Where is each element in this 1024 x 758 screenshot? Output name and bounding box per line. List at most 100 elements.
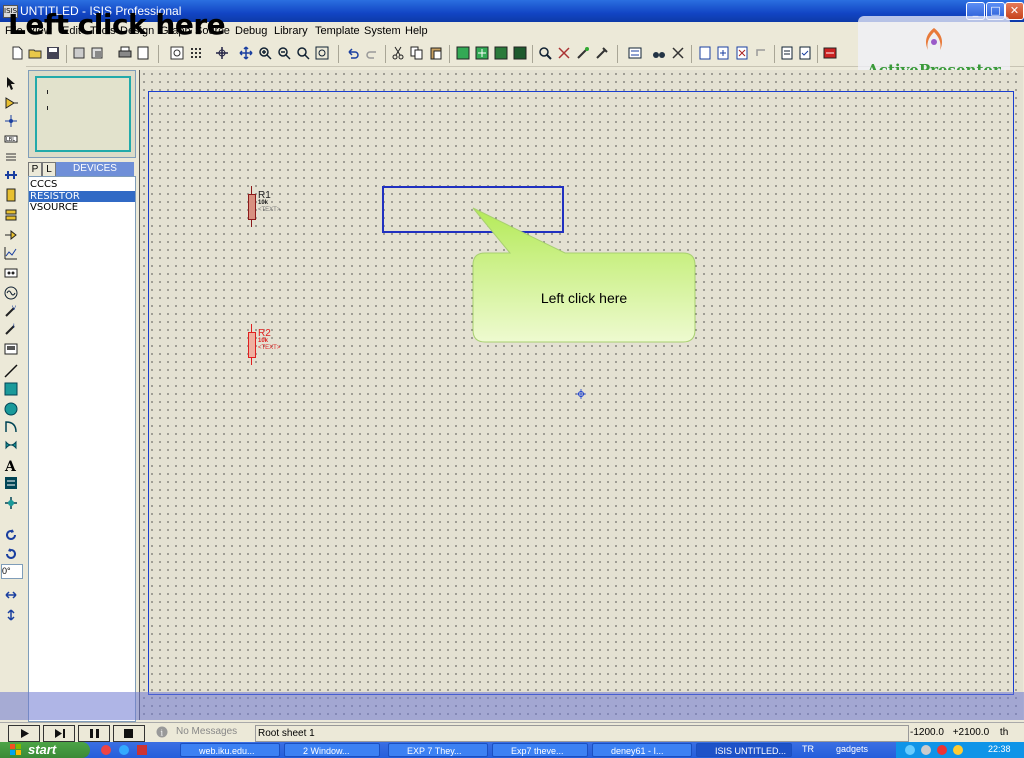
property-assignment-icon[interactable] <box>671 46 685 60</box>
task-web[interactable]: web.iku.edu... <box>180 743 280 757</box>
graph-icon[interactable] <box>4 246 18 260</box>
library-manager-tab[interactable]: L <box>42 162 56 177</box>
refresh-icon[interactable] <box>170 46 184 60</box>
task-exp7-theve[interactable]: Exp7 theve... <box>492 743 588 757</box>
task-window[interactable]: 2 Window... <box>284 743 380 757</box>
media-icon[interactable] <box>136 744 148 756</box>
overview-viewport[interactable] <box>35 76 131 152</box>
save-icon[interactable] <box>46 46 60 60</box>
message-status[interactable]: No Messages <box>176 726 237 737</box>
generator-icon[interactable] <box>4 286 18 300</box>
grid-icon[interactable] <box>189 46 203 60</box>
rotate-anticlockwise-icon[interactable] <box>4 547 18 561</box>
tape-recorder-icon[interactable] <box>4 266 18 280</box>
subcircuit-icon[interactable] <box>4 188 18 202</box>
exit-to-parent-icon[interactable] <box>754 46 768 60</box>
area-icon[interactable] <box>136 46 150 60</box>
make-device-icon[interactable] <box>557 46 571 60</box>
gadgets-toolbar[interactable]: gadgets <box>836 744 868 754</box>
print-icon[interactable] <box>118 46 132 60</box>
mirror-horizontal-icon[interactable] <box>4 588 18 602</box>
paste-icon[interactable] <box>429 46 443 60</box>
tray-antivirus-icon[interactable] <box>936 744 948 756</box>
device-list[interactable]: CCCS RESISTOR VSOURCE <box>28 176 136 722</box>
search-tag-icon[interactable] <box>652 46 666 60</box>
decompose-icon[interactable] <box>595 46 609 60</box>
zoom-all-icon[interactable] <box>296 46 310 60</box>
export-icon[interactable] <box>90 46 104 60</box>
clock[interactable]: 22:38 <box>988 744 1011 754</box>
origin-icon[interactable] <box>215 46 229 60</box>
zoom-out-icon[interactable] <box>277 46 291 60</box>
bus-icon[interactable] <box>4 168 18 182</box>
cut-icon[interactable] <box>391 46 405 60</box>
tray-volume-icon[interactable] <box>920 744 932 756</box>
device-item-cccs[interactable]: CCCS <box>29 179 135 190</box>
language-indicator[interactable]: TR <box>802 744 814 754</box>
copy-icon[interactable] <box>410 46 424 60</box>
wire-label-icon[interactable]: LBL <box>4 132 18 146</box>
netlist-to-ares-icon[interactable] <box>823 46 837 60</box>
mirror-vertical-icon[interactable] <box>4 608 18 622</box>
task-deney61[interactable]: deney61 - I... <box>592 743 692 757</box>
block-move-icon[interactable] <box>475 46 489 60</box>
menu-help[interactable]: Help <box>405 25 428 37</box>
rotation-angle-input[interactable]: 0° <box>1 564 23 579</box>
browser-icon[interactable] <box>118 744 130 756</box>
menu-system[interactable]: System <box>364 25 401 37</box>
device-item-vsource[interactable]: VSOURCE <box>29 202 135 213</box>
block-copy-icon[interactable] <box>456 46 470 60</box>
text-script-icon[interactable] <box>4 150 18 164</box>
pick-from-library-tab[interactable]: P <box>28 162 42 177</box>
quick-launch-icon[interactable] <box>100 744 112 756</box>
component-mode-icon[interactable] <box>4 96 18 110</box>
block-delete-icon[interactable] <box>513 46 527 60</box>
new-file-icon[interactable] <box>10 46 24 60</box>
new-sheet-icon[interactable] <box>698 46 712 60</box>
junction-dot-icon[interactable] <box>4 114 18 128</box>
pan-icon[interactable] <box>239 46 253 60</box>
pause-button[interactable] <box>78 725 110 742</box>
line-tool-icon[interactable] <box>4 364 18 378</box>
stop-button[interactable] <box>113 725 145 742</box>
device-pin-icon[interactable] <box>4 228 18 242</box>
import-icon[interactable] <box>72 46 86 60</box>
arc-tool-icon[interactable] <box>4 420 18 434</box>
start-button[interactable]: start <box>0 742 90 758</box>
task-exp7[interactable]: EXP 7 They... <box>388 743 488 757</box>
text-tool-icon[interactable]: A <box>4 458 18 472</box>
symbol-tool-icon[interactable] <box>4 476 18 490</box>
menu-library[interactable]: Library <box>274 25 308 37</box>
block-rotate-icon[interactable] <box>494 46 508 60</box>
play-button[interactable] <box>8 725 40 742</box>
task-isis-untitled[interactable]: ISIS UNTITLED... <box>696 743 792 757</box>
tray-update-icon[interactable] <box>952 744 964 756</box>
zoom-in-icon[interactable] <box>258 46 272 60</box>
wire-autorouter-icon[interactable] <box>628 46 642 60</box>
zoom-area-icon[interactable] <box>315 46 329 60</box>
remove-sheet-icon[interactable] <box>735 46 749 60</box>
menu-template[interactable]: Template <box>315 25 360 37</box>
selection-mode-icon[interactable] <box>4 76 18 90</box>
pick-device-icon[interactable] <box>538 46 552 60</box>
open-folder-icon[interactable] <box>28 46 42 60</box>
path-tool-icon[interactable] <box>4 438 18 452</box>
resistor-r2[interactable]: R2 10k <TEXT> <box>246 324 296 368</box>
circle-tool-icon[interactable] <box>4 402 18 416</box>
rotate-clockwise-icon[interactable] <box>4 528 18 542</box>
redo-icon[interactable] <box>365 46 379 60</box>
device-item-resistor[interactable]: RESISTOR <box>29 191 135 202</box>
electrical-rule-check-icon[interactable] <box>798 46 812 60</box>
add-sheet-icon[interactable] <box>716 46 730 60</box>
terminal-icon[interactable] <box>4 208 18 222</box>
current-probe-icon[interactable]: I <box>4 322 18 336</box>
tray-network-icon[interactable] <box>904 744 916 756</box>
undo-icon[interactable] <box>346 46 360 60</box>
step-button[interactable] <box>43 725 75 742</box>
overview-window[interactable] <box>28 70 136 158</box>
resistor-r1[interactable]: R1 10k <TEXT> <box>246 186 296 230</box>
marker-tool-icon[interactable] <box>4 496 18 510</box>
package-tool-icon[interactable] <box>576 46 590 60</box>
bill-of-materials-icon[interactable] <box>780 46 794 60</box>
box-tool-icon[interactable] <box>4 382 18 396</box>
